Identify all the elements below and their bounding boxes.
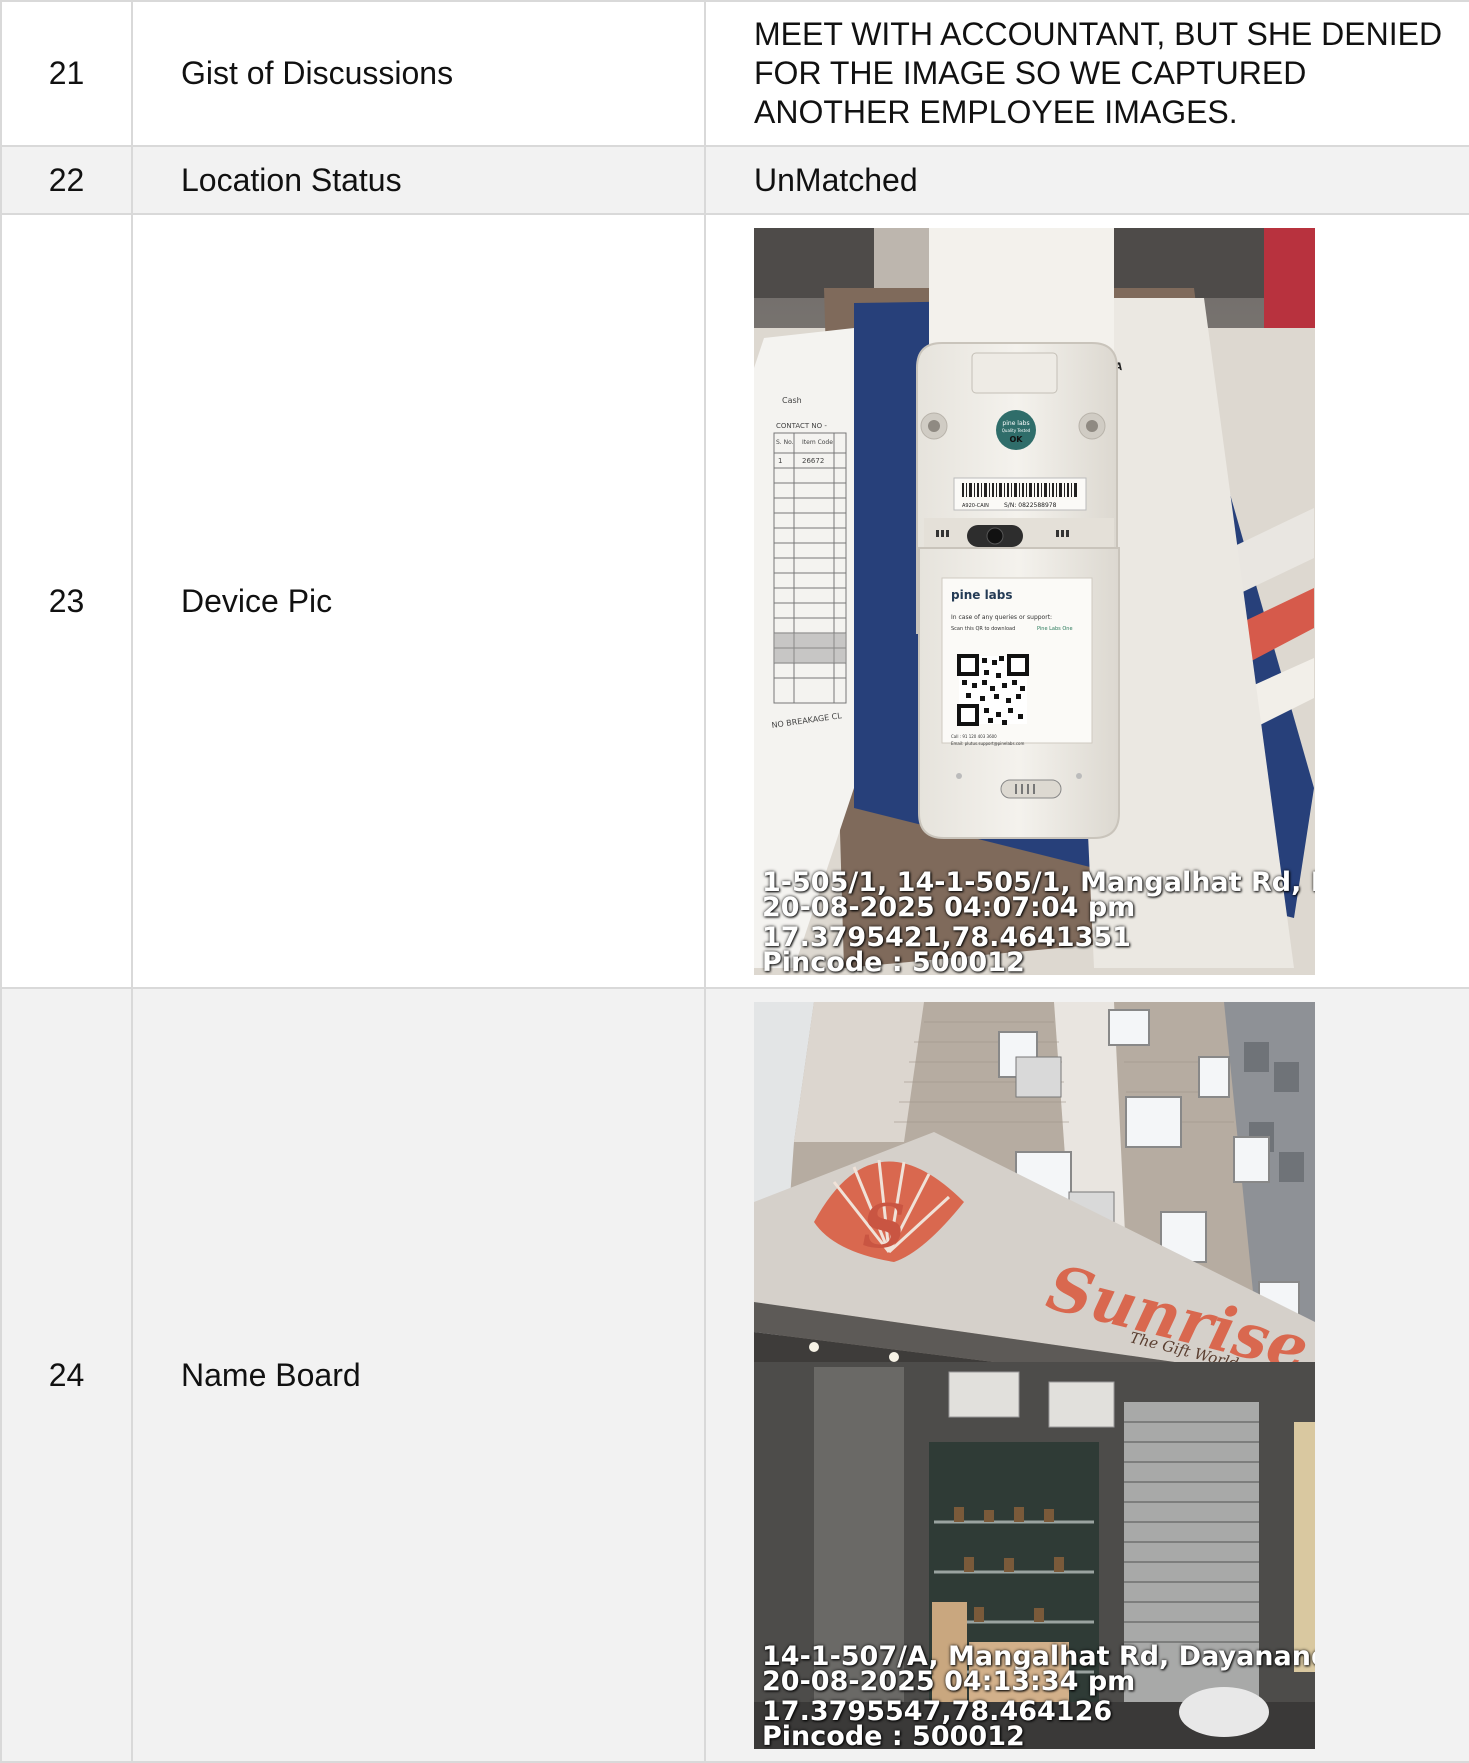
logo-letter: S (862, 1192, 905, 1262)
row-number: 23 (0, 213, 133, 989)
row-label: Location Status (131, 145, 706, 215)
stamp-datetime: 20-08-2025 04:07:04 pm (762, 891, 1136, 923)
stamp-pincode: Pincode : 500012 (762, 946, 1025, 975)
row-label: Device Pic (131, 213, 706, 989)
name-board-cell: S Sunrise The Gift World 14-1-507/A, Man… (704, 987, 1469, 1763)
qr-code-icon (957, 653, 1029, 726)
stamp-coordinates: 17.3795547,78.464126 (762, 1695, 1113, 1727)
terminal-call-text: Call : 91 120 403 3600 (951, 734, 997, 739)
terminal-serial-text: S/N: 0822588978 (1004, 502, 1057, 509)
stamp-address: 1-505/1, 14-1-505/1, Mangalhat Rd, Murar… (762, 866, 1315, 898)
location-status-value: UnMatched (704, 145, 1469, 215)
device-photo: Cash CONTACT NO - S. No. Item Code 1 266… (754, 227, 1315, 975)
paper-cash-text: Cash (782, 396, 802, 405)
terminal-email-text: Email: plutus.support@pinelabs.com (951, 741, 1024, 746)
terminal-help-line-1: In case of any queries or support: (951, 614, 1052, 621)
sticker-line-1: pine labs (1002, 420, 1029, 427)
row-number: 24 (0, 987, 133, 1763)
terminal-help-app: Pine Labs One (1037, 626, 1073, 632)
card-terminal-drawing: pine labs Quality Tested OK A920-CAIN S/… (916, 341, 1120, 839)
table-row-24: 24 Name Board S Sunrise The Gift World 1… (0, 987, 1469, 1763)
table-row-21: 21 Gist of Discussions MEET WITH ACCOUNT… (0, 0, 1469, 147)
gist-of-discussions-value: MEET WITH ACCOUNTANT, BUT SHE DENIED FOR… (704, 0, 1469, 147)
photo-location-stamp: 1-505/1, 14-1-505/1, Mangalhat Rd, Murar… (762, 866, 1315, 975)
stamp-datetime: 20-08-2025 04:13:34 pm (762, 1665, 1136, 1697)
terminal-model-text: A920-CAIN (962, 503, 989, 509)
name-board-photo-drawing: S Sunrise The Gift World (754, 1001, 1315, 1749)
row-label: Name Board (131, 987, 706, 1763)
terminal-help-line-2: Scan this QR to download (951, 626, 1015, 632)
stamp-pincode: Pincode : 500012 (762, 1720, 1025, 1749)
table-row-23: 23 Device Pic Cash CONTACT NO - S. No. I… (0, 213, 1469, 989)
row-number: 22 (0, 145, 133, 215)
row-number: 21 (0, 0, 133, 147)
device-photo-drawing: Cash CONTACT NO - S. No. Item Code 1 266… (754, 227, 1315, 975)
paper-col-2-text: Item Code (802, 439, 833, 446)
paper-row-1-text: 1 (778, 457, 782, 465)
terminal-brand-text: pine labs (951, 588, 1013, 602)
paper-row-code-text: 26672 (802, 457, 824, 465)
row-label: Gist of Discussions (131, 0, 706, 147)
report-table: 21 Gist of Discussions MEET WITH ACCOUNT… (0, 0, 1469, 1763)
sticker-line-2: Quality Tested (1002, 428, 1031, 433)
stamp-address: 14-1-507/A, Mangalhat Rd, Dayanand Nagar… (762, 1640, 1315, 1672)
paper-contact-text: CONTACT NO - (776, 422, 827, 430)
paper-col-1-text: S. No. (776, 439, 794, 446)
table-row-22: 22 Location Status UnMatched (0, 145, 1469, 215)
device-pic-cell: Cash CONTACT NO - S. No. Item Code 1 266… (704, 213, 1469, 989)
photo-location-stamp: 14-1-507/A, Mangalhat Rd, Dayanand Nagar… (762, 1640, 1315, 1749)
sticker-line-3: OK (1010, 435, 1024, 444)
name-board-photo: S Sunrise The Gift World 14-1-507/A, Man… (754, 1001, 1315, 1749)
stamp-coordinates: 17.3795421,78.4641351 (762, 921, 1131, 953)
